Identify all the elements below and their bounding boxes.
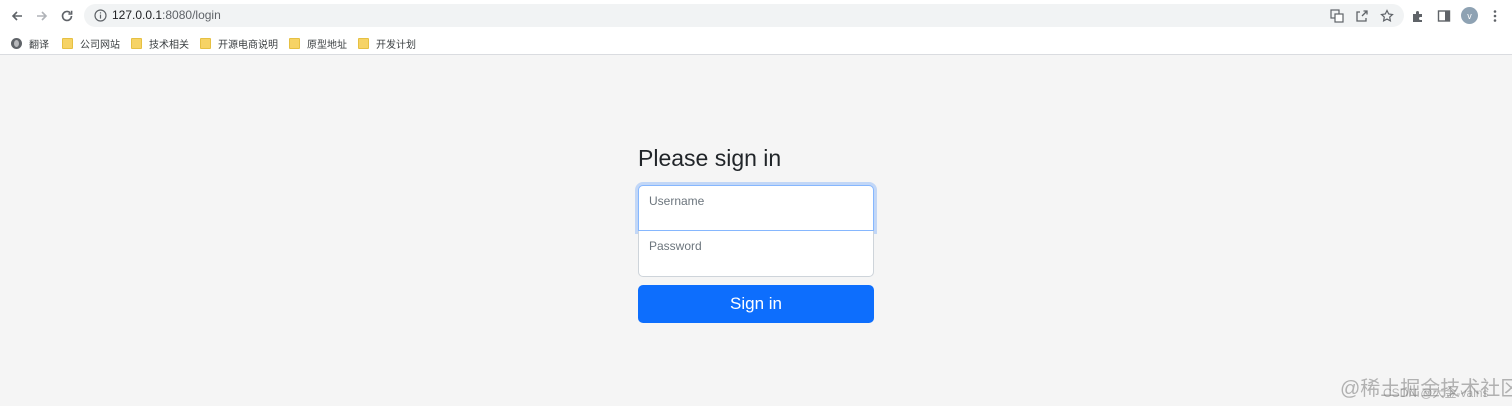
folder-icon xyxy=(62,37,73,49)
bookmark-prototype[interactable]: 原型地址 xyxy=(289,35,347,51)
share-icon[interactable] xyxy=(1352,6,1372,26)
globe-icon xyxy=(11,37,22,49)
folder-icon xyxy=(131,37,142,49)
watermark-sub: CSDN @大金-vains xyxy=(1383,386,1489,400)
username-placeholder: Username xyxy=(649,194,705,208)
bookmark-company-site[interactable]: 公司网站 xyxy=(62,35,120,51)
username-field[interactable]: Username xyxy=(638,185,874,231)
bookmark-label: 公司网站 xyxy=(80,39,120,51)
sign-in-label: Sign in xyxy=(730,294,782,313)
info-icon[interactable] xyxy=(94,9,107,22)
star-icon[interactable] xyxy=(1377,6,1397,26)
url-text: 127.0.0.1:8080/login xyxy=(112,8,221,22)
bookmark-opensource-ecommerce[interactable]: 开源电商说明 xyxy=(200,35,278,51)
bookmark-tech[interactable]: 技术相关 xyxy=(131,35,189,51)
bookmark-label: 原型地址 xyxy=(307,39,347,51)
bookmarks-bar: 翻译 公司网站 技术相关 开源电商说明 原型地址 开发计划 xyxy=(0,31,1512,55)
url-host: 127.0.0.1 xyxy=(112,8,163,22)
arrow-left-icon[interactable] xyxy=(7,6,27,26)
arrow-right-icon[interactable] xyxy=(32,6,52,26)
sign-in-button[interactable]: Sign in xyxy=(638,285,874,323)
profile-initial: v xyxy=(1467,10,1472,21)
browser-toolbar: 127.0.0.1:8080/login v xyxy=(0,0,1512,31)
folder-icon xyxy=(289,37,300,49)
page-title: Please sign in xyxy=(638,145,782,171)
side-panel-icon[interactable] xyxy=(1434,6,1454,26)
avatar[interactable]: v xyxy=(1461,7,1478,24)
puzzle-icon[interactable] xyxy=(1408,6,1428,26)
bookmark-label: 翻译 xyxy=(29,39,49,51)
translate-icon[interactable] xyxy=(1327,6,1347,26)
password-field[interactable]: Password xyxy=(638,231,874,277)
bookmark-label: 开发计划 xyxy=(376,39,416,51)
folder-icon xyxy=(358,37,369,49)
password-placeholder: Password xyxy=(649,239,702,253)
url-path: :8080/login xyxy=(162,8,221,22)
bookmark-label: 技术相关 xyxy=(149,39,189,51)
folder-icon xyxy=(200,37,211,49)
address-bar[interactable]: 127.0.0.1:8080/login xyxy=(84,4,1404,27)
bookmark-label: 开源电商说明 xyxy=(218,39,278,51)
kebab-menu-icon[interactable] xyxy=(1485,6,1505,26)
bookmark-translate[interactable]: 翻译 xyxy=(11,35,49,51)
bookmark-dev-plan[interactable]: 开发计划 xyxy=(358,35,416,51)
login-page: Please sign in Username Password Sign in… xyxy=(0,56,1512,406)
reload-icon[interactable] xyxy=(57,6,77,26)
